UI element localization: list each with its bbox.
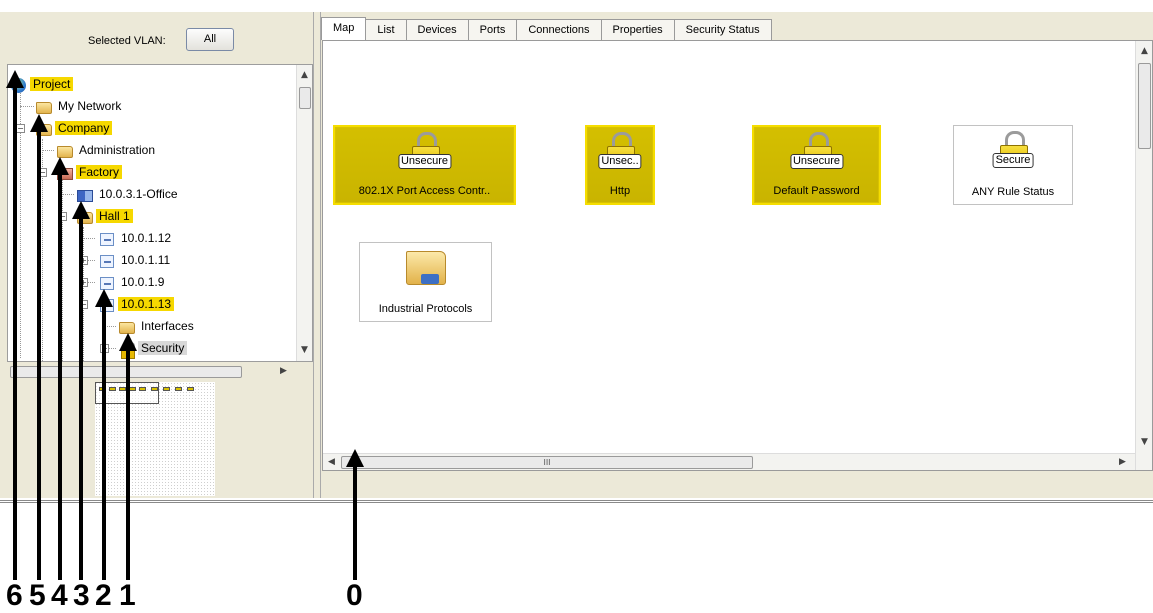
card-http[interactable]: Unsec.. Http (585, 125, 655, 205)
annotation-number-3: 3 (73, 579, 90, 612)
map-overview-minimap[interactable] (95, 382, 215, 496)
content-panel: Map List Devices Ports Connections Prope… (321, 12, 1153, 498)
card-industrial-protocols[interactable]: Industrial Protocols (359, 242, 492, 322)
card-caption: Default Password (773, 185, 860, 197)
tree-item-office[interactable]: 10.0.3.1-Office (76, 185, 181, 204)
scroll-up-icon[interactable]: ▲ (301, 70, 308, 80)
tab-list[interactable]: List (365, 19, 407, 40)
annotation-number-2: 2 (95, 579, 112, 612)
panel-splitter[interactable] (313, 12, 321, 498)
tree-item-administration[interactable]: Administration (56, 141, 158, 160)
tab-connections[interactable]: Connections (516, 19, 602, 40)
annotation-number-1: 1 (119, 579, 136, 612)
navigation-panel: Selected VLAN: All Project My Network − … (0, 12, 313, 498)
canvas-horizontal-scroll-thumb[interactable]: III (341, 456, 753, 469)
card-caption: 802.1X Port Access Contr.. (358, 185, 491, 197)
tree-item-device-10-0-1-12[interactable]: 10.0.1.12 (98, 229, 174, 248)
status-badge: Unsecure (397, 154, 452, 169)
annotation-number-6: 6 (6, 579, 23, 612)
vlan-selector-bar: Selected VLAN: All (0, 12, 313, 62)
scroll-left-icon[interactable]: ◀ (328, 457, 335, 467)
annotation-number-4: 4 (51, 579, 68, 612)
status-badge: Unsecure (789, 154, 844, 169)
card-default-password[interactable]: Unsecure Default Password (752, 125, 881, 205)
tab-properties[interactable]: Properties (600, 19, 675, 40)
annotation-arrow-4 (51, 157, 69, 580)
annotation-arrow-6 (6, 70, 24, 580)
annotation-number-5: 5 (29, 579, 46, 612)
scroll-right-icon[interactable]: ▶ (280, 366, 287, 376)
annotation-arrow-3 (72, 201, 90, 580)
tree-vertical-scrollbar[interactable]: ▲ ▼ (296, 65, 312, 361)
card-any-rule-status[interactable]: Secure ANY Rule Status (953, 125, 1073, 205)
status-badge: Unsec.. (598, 154, 642, 169)
card-caption: Industrial Protocols (378, 303, 473, 315)
canvas-vertical-scrollbar[interactable]: ▲ ▼ (1135, 41, 1152, 470)
view-tabs: Map List Devices Ports Connections Prope… (321, 17, 772, 40)
window-bottom-divider (0, 500, 1153, 505)
network-device-icon (98, 253, 116, 269)
card-caption: Http (609, 185, 631, 197)
tree-horizontal-scrollbar[interactable]: ▶ (0, 364, 306, 379)
tree-item-device-10-0-1-11[interactable]: 10.0.1.11 (98, 251, 173, 270)
card-caption: ANY Rule Status (971, 186, 1055, 198)
map-canvas[interactable]: Unsecure 802.1X Port Access Contr.. Unse… (322, 40, 1153, 471)
vlan-label: Selected VLAN: (88, 35, 166, 47)
tree-item-my-network[interactable]: My Network (35, 97, 124, 116)
protocol-folder-icon (405, 251, 446, 285)
annotation-arrow-5 (30, 114, 48, 580)
folder-icon (35, 99, 53, 115)
vlan-all-button[interactable]: All (186, 28, 234, 51)
scroll-right-icon[interactable]: ▶ (1119, 457, 1126, 467)
annotation-arrow-2 (95, 289, 113, 580)
tab-ports[interactable]: Ports (467, 19, 518, 40)
canvas-horizontal-scrollbar[interactable]: ◀ III ▶ (323, 453, 1135, 470)
annotation-arrow-1 (119, 333, 137, 580)
annotation-arrow-0 (346, 449, 364, 580)
scroll-up-icon[interactable]: ▲ (1141, 46, 1148, 56)
annotation-number-0: 0 (346, 579, 363, 612)
scroll-down-icon[interactable]: ▼ (1141, 437, 1148, 447)
canvas-vertical-scroll-thumb[interactable] (1138, 63, 1151, 149)
tab-map[interactable]: Map (321, 17, 367, 40)
card-8021x-port-access[interactable]: Unsecure 802.1X Port Access Contr.. (333, 125, 516, 205)
status-badge: Secure (992, 153, 1034, 168)
network-device-icon (98, 231, 116, 247)
scroll-down-icon[interactable]: ▼ (301, 345, 308, 355)
project-tree: Project My Network − Company Administrat… (7, 64, 313, 362)
collapse-company-toggle[interactable]: − (16, 124, 25, 133)
tree-vertical-scroll-thumb[interactable] (299, 87, 311, 109)
tab-security-status[interactable]: Security Status (673, 19, 772, 40)
tab-devices[interactable]: Devices (405, 19, 469, 40)
